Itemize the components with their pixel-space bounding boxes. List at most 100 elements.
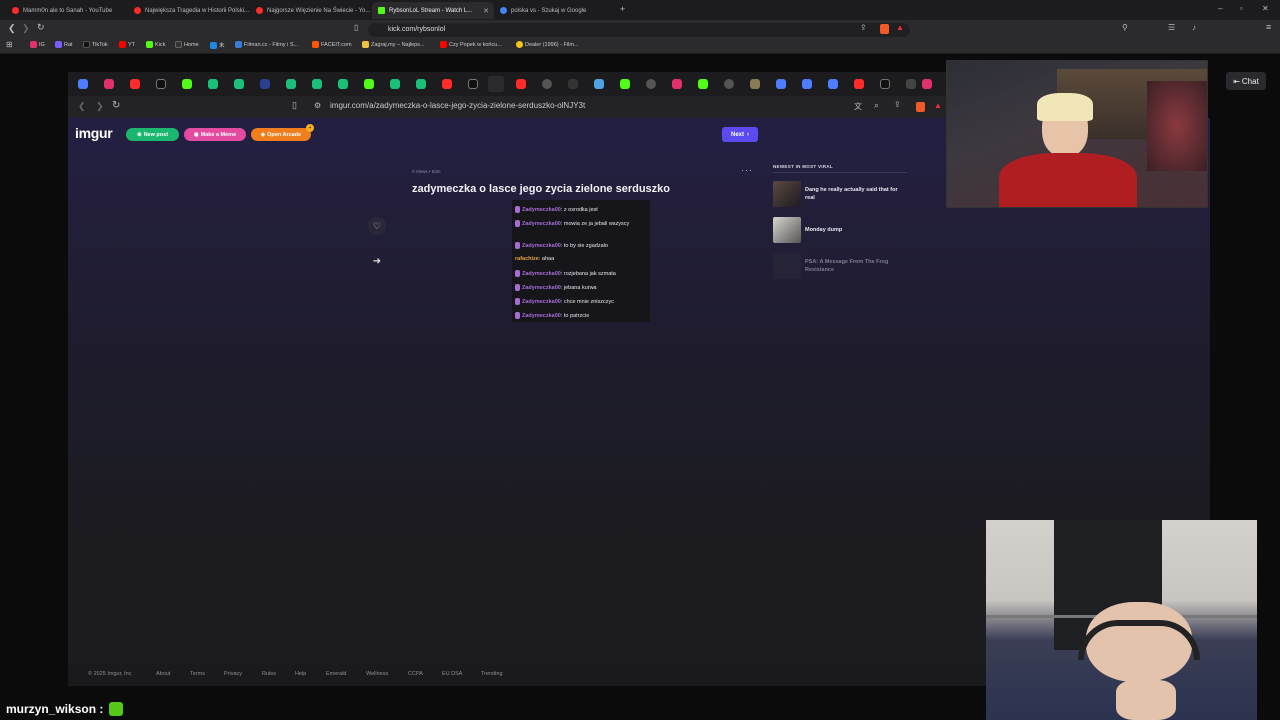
bookmark-kick[interactable]: Kick (146, 41, 165, 48)
music-icon[interactable]: ♪ (1192, 23, 1196, 32)
kick-icon[interactable] (364, 79, 374, 89)
reload-icon[interactable]: ↻ (112, 100, 120, 111)
zoom-icon[interactable]: ⌕ (874, 100, 879, 111)
extension-icon[interactable]: ⚲ (1122, 23, 1128, 32)
tab-favicon-icon[interactable] (416, 79, 426, 89)
tab-favicon-icon[interactable] (286, 79, 296, 89)
inner-address-bar[interactable]: imgur.com/a/zadymeczka-o-lasce-jego-zyci… (330, 101, 585, 110)
bookmark-mi[interactable]: 未 (210, 41, 225, 49)
share-arrow-icon[interactable]: ➜ (368, 253, 386, 271)
close-window-icon[interactable]: ✕ (1262, 4, 1269, 13)
footer-link-trending[interactable]: Trending (481, 671, 503, 677)
tab-favicon-icon[interactable] (594, 79, 604, 89)
active-tab-close-icon[interactable] (488, 76, 504, 92)
new-post-button[interactable]: ⊕ New post (126, 128, 179, 141)
tab-favicon-icon[interactable] (208, 79, 218, 89)
minimize-icon[interactable]: – (1218, 4, 1222, 13)
youtube-icon[interactable] (516, 79, 526, 89)
bookmark-icon[interactable]: ▯ (354, 23, 358, 32)
forward-icon[interactable]: ❯ (96, 101, 104, 112)
outer-tab-5[interactable]: polska vs - Szukaj w Google (494, 2, 616, 19)
tab-favicon-icon[interactable] (802, 79, 812, 89)
tiktok-icon[interactable] (880, 79, 890, 89)
tab-favicon-icon[interactable] (234, 79, 244, 89)
tab-favicon-icon[interactable] (312, 79, 322, 89)
outer-address-bar[interactable]: kick.com/rybsonlol (368, 23, 910, 37)
bookmark-tiktok[interactable]: TikTok (83, 41, 108, 48)
footer-link-wellness[interactable]: Wellness (366, 671, 388, 677)
tab-favicon-icon[interactable] (750, 79, 760, 89)
bookmark-filman[interactable]: Filman.cc - Filmy i S... (235, 41, 298, 48)
bookmark-yt[interactable]: YT (119, 41, 135, 48)
viral-item[interactable]: Dang he really actually said that for re… (773, 181, 907, 207)
footer-link-privacy[interactable]: Privacy (224, 671, 242, 677)
youtube-icon[interactable] (854, 79, 864, 89)
tab-favicon-icon[interactable] (776, 79, 786, 89)
imgur-logo[interactable]: imgur (75, 125, 113, 141)
reload-icon[interactable]: ↻ (37, 22, 45, 33)
bookmark-zagraj[interactable]: Zagraj.my – Najleps... (362, 41, 425, 48)
next-button[interactable]: Next › (722, 127, 758, 142)
tab-favicon-icon[interactable] (390, 79, 400, 89)
back-icon[interactable]: ❮ (78, 101, 86, 112)
maximize-icon[interactable]: ▫ (1240, 4, 1243, 13)
forward-icon[interactable]: ❯ (22, 23, 30, 34)
globe-icon[interactable] (542, 79, 552, 89)
brave-rewards-icon[interactable]: ▲ (896, 23, 904, 32)
translate-icon[interactable]: 文 (854, 101, 862, 112)
viral-item[interactable]: Monday dump (773, 217, 842, 243)
footer-link-emerald[interactable]: Emerald (326, 671, 346, 677)
tab-favicon-icon[interactable] (828, 79, 838, 89)
kick-icon[interactable] (182, 79, 192, 89)
outer-tab-1[interactable]: Mamm0n ale to Sanah - YouTube (6, 2, 128, 19)
footer-link-eu-dsa[interactable]: EU DSA (442, 671, 462, 677)
tab-favicon-icon[interactable] (78, 79, 88, 89)
bookmark-faceit[interactable]: FACEIT.com (312, 41, 352, 48)
close-tab-icon[interactable]: ✕ (483, 7, 489, 15)
share-icon[interactable]: ⇪ (894, 100, 901, 109)
x-icon[interactable] (156, 79, 166, 89)
instagram-icon[interactable] (104, 79, 114, 89)
youtube-icon[interactable] (442, 79, 452, 89)
outer-tab-4-active[interactable]: RybsonLoL Stream - Watch L... ✕ (372, 2, 494, 19)
more-menu-icon[interactable]: ≡ (1266, 22, 1271, 32)
outer-tab-3[interactable]: Najgorsze Więzienie Na Świecie - Yo... (250, 2, 372, 19)
open-arcade-button[interactable]: ◈ Open Arcade (251, 128, 311, 141)
make-meme-button[interactable]: ◉ Make a Meme (184, 128, 246, 141)
chat-toggle-button[interactable]: ⇤ Chat (1226, 72, 1266, 90)
new-tab-icon[interactable]: + (620, 4, 625, 14)
bookmark-dealer[interactable]: Dealer (1996) - Film... (516, 41, 579, 48)
kick-icon[interactable] (698, 79, 708, 89)
apps-grid-icon[interactable]: ⊞ (6, 40, 13, 49)
tab-favicon-icon[interactable] (906, 79, 916, 89)
footer-link-ccpa[interactable]: CCPA (408, 671, 423, 677)
footer-link-rules[interactable]: Rules (262, 671, 276, 677)
site-settings-icon[interactable]: ⚙ (314, 101, 321, 110)
x-icon[interactable] (468, 79, 478, 89)
bookmark-icon[interactable]: ▯ (292, 100, 297, 111)
brave-shield-icon[interactable] (916, 102, 925, 112)
bookmark-ig[interactable]: IG (30, 41, 45, 48)
footer-link-terms[interactable]: Terms (190, 671, 205, 677)
globe-icon[interactable] (724, 79, 734, 89)
tab-favicon-icon[interactable] (568, 79, 578, 89)
footer-link-help[interactable]: Help (295, 671, 306, 677)
menu-icon[interactable]: ☰ (1168, 23, 1175, 32)
kick-icon[interactable] (620, 79, 630, 89)
viral-item[interactable]: PSA: A Message From The Frog Resistance (773, 253, 905, 279)
footer-link-about[interactable]: About (156, 671, 170, 677)
bookmark-popek[interactable]: Czy Popek w końcu... (440, 41, 502, 48)
tab-favicon-icon[interactable] (338, 79, 348, 89)
globe-icon[interactable] (646, 79, 656, 89)
tab-favicon-icon[interactable] (260, 79, 270, 89)
bookmark-home[interactable]: Home (175, 41, 199, 48)
more-options-icon[interactable]: ··· (741, 165, 753, 175)
back-icon[interactable]: ❮ (8, 23, 16, 34)
instagram-icon[interactable] (922, 79, 932, 89)
youtube-icon[interactable] (130, 79, 140, 89)
brave-shield-icon[interactable] (880, 24, 889, 34)
brave-rewards-icon[interactable]: ▲ (934, 101, 942, 110)
outer-tab-2[interactable]: Największa Tragedia w Historii Polski... (128, 2, 250, 19)
bookmark-rat[interactable]: Rat (55, 41, 73, 48)
share-icon[interactable]: ⇪ (860, 23, 867, 32)
